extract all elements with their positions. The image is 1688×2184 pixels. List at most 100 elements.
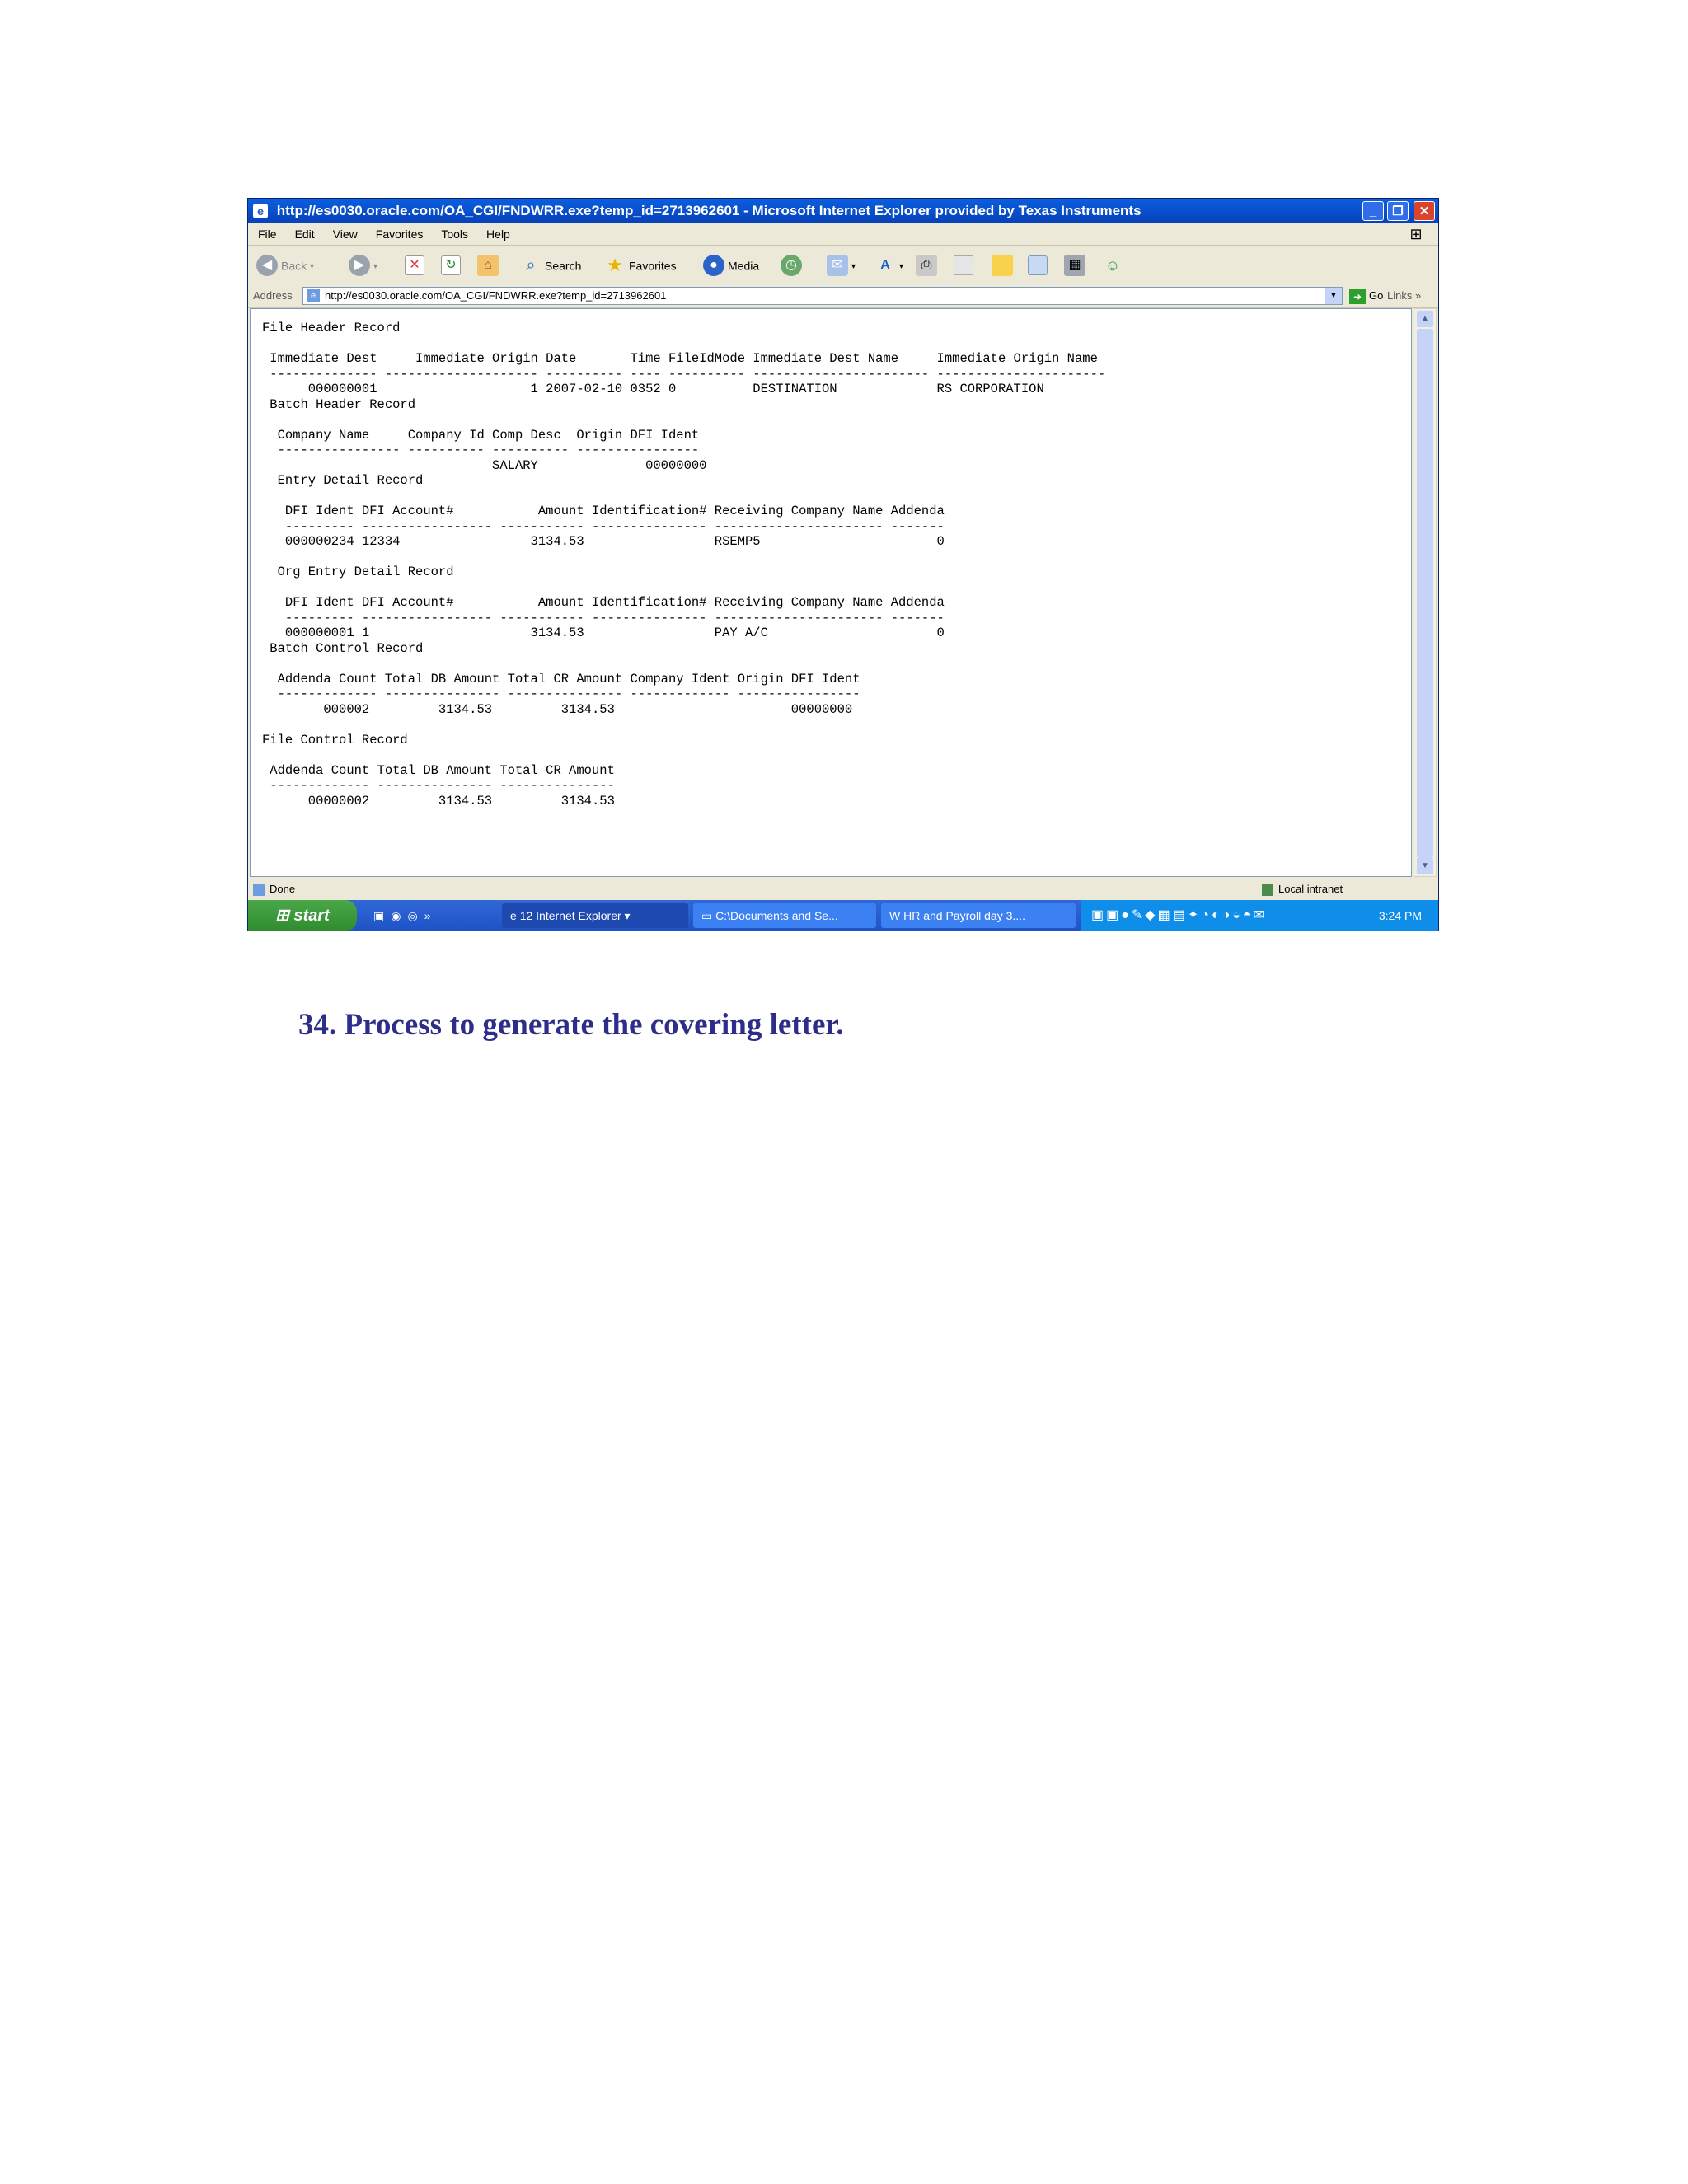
address-dropdown-icon[interactable]: ▼ (1325, 288, 1342, 304)
search-icon: ⌕ (526, 256, 536, 275)
menu-tools[interactable]: Tools (441, 227, 468, 241)
folder-icon: ▭ (701, 909, 716, 922)
messenger-icon: ☺ (1104, 257, 1121, 274)
document-caption: 34. Process to generate the covering let… (298, 1008, 844, 1042)
page-status-icon (253, 883, 265, 896)
home-icon: ⌂ (477, 255, 499, 277)
mail-icon: ✉ (827, 255, 848, 277)
batch-header-title: Batch Header Record (262, 396, 416, 412)
note-icon (992, 255, 1013, 277)
entry-detail-columns: DFI Ident DFI Account# Amount Identifica… (262, 504, 945, 518)
restore-button[interactable]: ❐ (1387, 201, 1409, 221)
vertical-scrollbar[interactable]: ▲ ▼ (1414, 308, 1437, 877)
print-button[interactable]: ⎙ (916, 252, 940, 277)
menu-help[interactable]: Help (486, 227, 510, 241)
ie-icon: e (253, 204, 268, 218)
scroll-down-icon[interactable]: ▼ (1417, 858, 1433, 874)
edit-button[interactable] (954, 252, 977, 277)
batch-control-columns: Addenda Count Total DB Amount Total CR A… (262, 671, 860, 687)
history-button[interactable]: ◷ (781, 252, 805, 277)
status-text: Done (253, 879, 295, 899)
security-zone: Local intranet (1262, 879, 1343, 899)
close-button[interactable]: ✕ (1414, 201, 1435, 221)
font-button[interactable]: A ▾ (874, 252, 903, 277)
ie-task-icon: e (510, 909, 520, 922)
back-arrow-icon: ◀ (256, 255, 278, 277)
menu-favorites[interactable]: Favorites (376, 227, 424, 241)
toolbar: ◀ Back ▾ ▶ ▾ ✕ ↻ ⌂ ⌕ Search ★ Favorites ● Med… (248, 246, 1438, 284)
star-icon: ★ (607, 255, 623, 276)
research-icon (1028, 255, 1048, 276)
window-title: http://es0030.oracle.com/OA_CGI/FNDWRR.e… (276, 203, 1142, 218)
report-content: File Header Record Immediate Dest Immedi… (250, 308, 1412, 877)
menu-view[interactable]: View (333, 227, 358, 241)
word-icon: W (889, 909, 904, 922)
research-button[interactable] (1028, 252, 1051, 277)
discuss-button[interactable] (992, 252, 1016, 277)
org-entry-title: Org Entry Detail Record (262, 565, 454, 579)
media-button[interactable]: ● Media (703, 252, 759, 277)
batch-control-rule: ------------- --------------- ----------… (262, 687, 860, 701)
system-tray: ▣▣●✎◆▦▤✦◔◐◑◒◓✉ 3:24 PM (1081, 900, 1438, 931)
intranet-icon (1262, 883, 1273, 896)
menu-file[interactable]: File (258, 227, 277, 241)
mail-button[interactable]: ✉ ▾ (827, 252, 856, 277)
windows-flag-icon: ⊞ (275, 907, 294, 925)
org-entry-columns: DFI Ident DFI Account# Amount Identifica… (262, 595, 945, 610)
entry-detail-rule: --------- ----------------- ----------- … (262, 518, 945, 534)
taskbar: ⊞ start ▣◉◎» e 12 Internet Explorer ▾ ▭ … (248, 900, 1438, 931)
scroll-thumb[interactable] (1417, 329, 1433, 858)
org-entry-values: 000000001 1 3134.53 PAY A/C 0 (262, 626, 945, 640)
batch-control-values: 000002 3134.53 3134.53 00000000 (262, 701, 853, 717)
windows-logo-icon: ⊞ (1409, 226, 1423, 242)
batch-header-columns: Company Name Company Id Comp Desc Origin… (262, 427, 700, 443)
batch-control-title: Batch Control Record (262, 640, 424, 656)
file-control-rule: ------------- --------------- ----------… (262, 778, 615, 793)
address-label: Address (253, 289, 293, 302)
home-button[interactable]: ⌂ (477, 252, 502, 277)
address-input[interactable]: e http://es0030.oracle.com/OA_CGI/FNDWRR… (302, 287, 1343, 305)
tray-icons[interactable]: ▣▣●✎◆▦▤✦◔◐◑◒◓✉ (1091, 900, 1267, 931)
batch-header-rule: ---------------- ---------- ---------- -… (262, 443, 700, 457)
address-url: http://es0030.oracle.com/OA_CGI/FNDWRR.e… (325, 289, 667, 302)
back-button[interactable]: ◀ Back ▾ (256, 252, 314, 277)
entry-detail-title: Entry Detail Record (262, 473, 424, 488)
print-icon: ⎙ (916, 255, 937, 277)
favorites-button[interactable]: ★ Favorites (604, 252, 676, 277)
forward-button[interactable]: ▶ ▾ (349, 252, 377, 277)
go-button[interactable]: ➜ Go (1349, 287, 1383, 305)
report-text: File Header Record Immediate Dest Immedi… (251, 309, 1411, 808)
file-header-values: 000000001 1 2007-02-10 0352 0 DESTINATIO… (262, 382, 1044, 396)
org-entry-rule: --------- ----------------- ----------- … (262, 610, 945, 626)
scroll-up-icon[interactable]: ▲ (1417, 311, 1433, 327)
start-button[interactable]: ⊞ start (248, 900, 357, 931)
links-button[interactable]: Links » (1387, 284, 1421, 307)
edit-icon (954, 255, 973, 276)
film-icon: ▦ (1064, 255, 1085, 277)
messenger-button[interactable]: ☺ (1102, 252, 1127, 277)
refresh-button[interactable]: ↻ (441, 252, 464, 277)
search-button[interactable]: ⌕ Search (520, 252, 581, 277)
minimize-button[interactable]: _ (1362, 201, 1384, 221)
file-header-rule: -------------- -------------------- ----… (262, 366, 1106, 382)
entry-detail-values: 000000234 12334 3134.53 RSEMP5 0 (262, 534, 945, 549)
font-size-icon: A (880, 258, 890, 273)
file-control-columns: Addenda Count Total DB Amount Total CR A… (262, 762, 615, 778)
menu-bar: File Edit View Favorites Tools Help (248, 223, 1438, 246)
task-documents-folder[interactable]: ▭ C:\Documents and Se... (693, 903, 876, 928)
menu-edit[interactable]: Edit (295, 227, 315, 241)
address-bar: Address e http://es0030.oracle.com/OA_CG… (248, 284, 1438, 308)
stop-icon: ✕ (405, 255, 424, 276)
stop-button[interactable]: ✕ (405, 252, 428, 277)
title-bar: e http://es0030.oracle.com/OA_CGI/FNDWRR… (248, 199, 1438, 223)
clock: 3:24 PM (1378, 909, 1422, 922)
photo-button[interactable]: ▦ (1064, 252, 1089, 277)
file-control-title: File Control Record (262, 732, 408, 748)
task-internet-explorer[interactable]: e 12 Internet Explorer ▾ (502, 903, 688, 928)
browser-window: e http://es0030.oracle.com/OA_CGI/FNDWRR… (247, 198, 1439, 931)
task-word-document[interactable]: W HR and Payroll day 3.... (881, 903, 1076, 928)
refresh-icon: ↻ (441, 255, 461, 276)
quick-launch[interactable]: ▣◉◎» (373, 900, 437, 931)
media-icon: ● (703, 255, 724, 277)
page-icon: e (307, 289, 320, 302)
